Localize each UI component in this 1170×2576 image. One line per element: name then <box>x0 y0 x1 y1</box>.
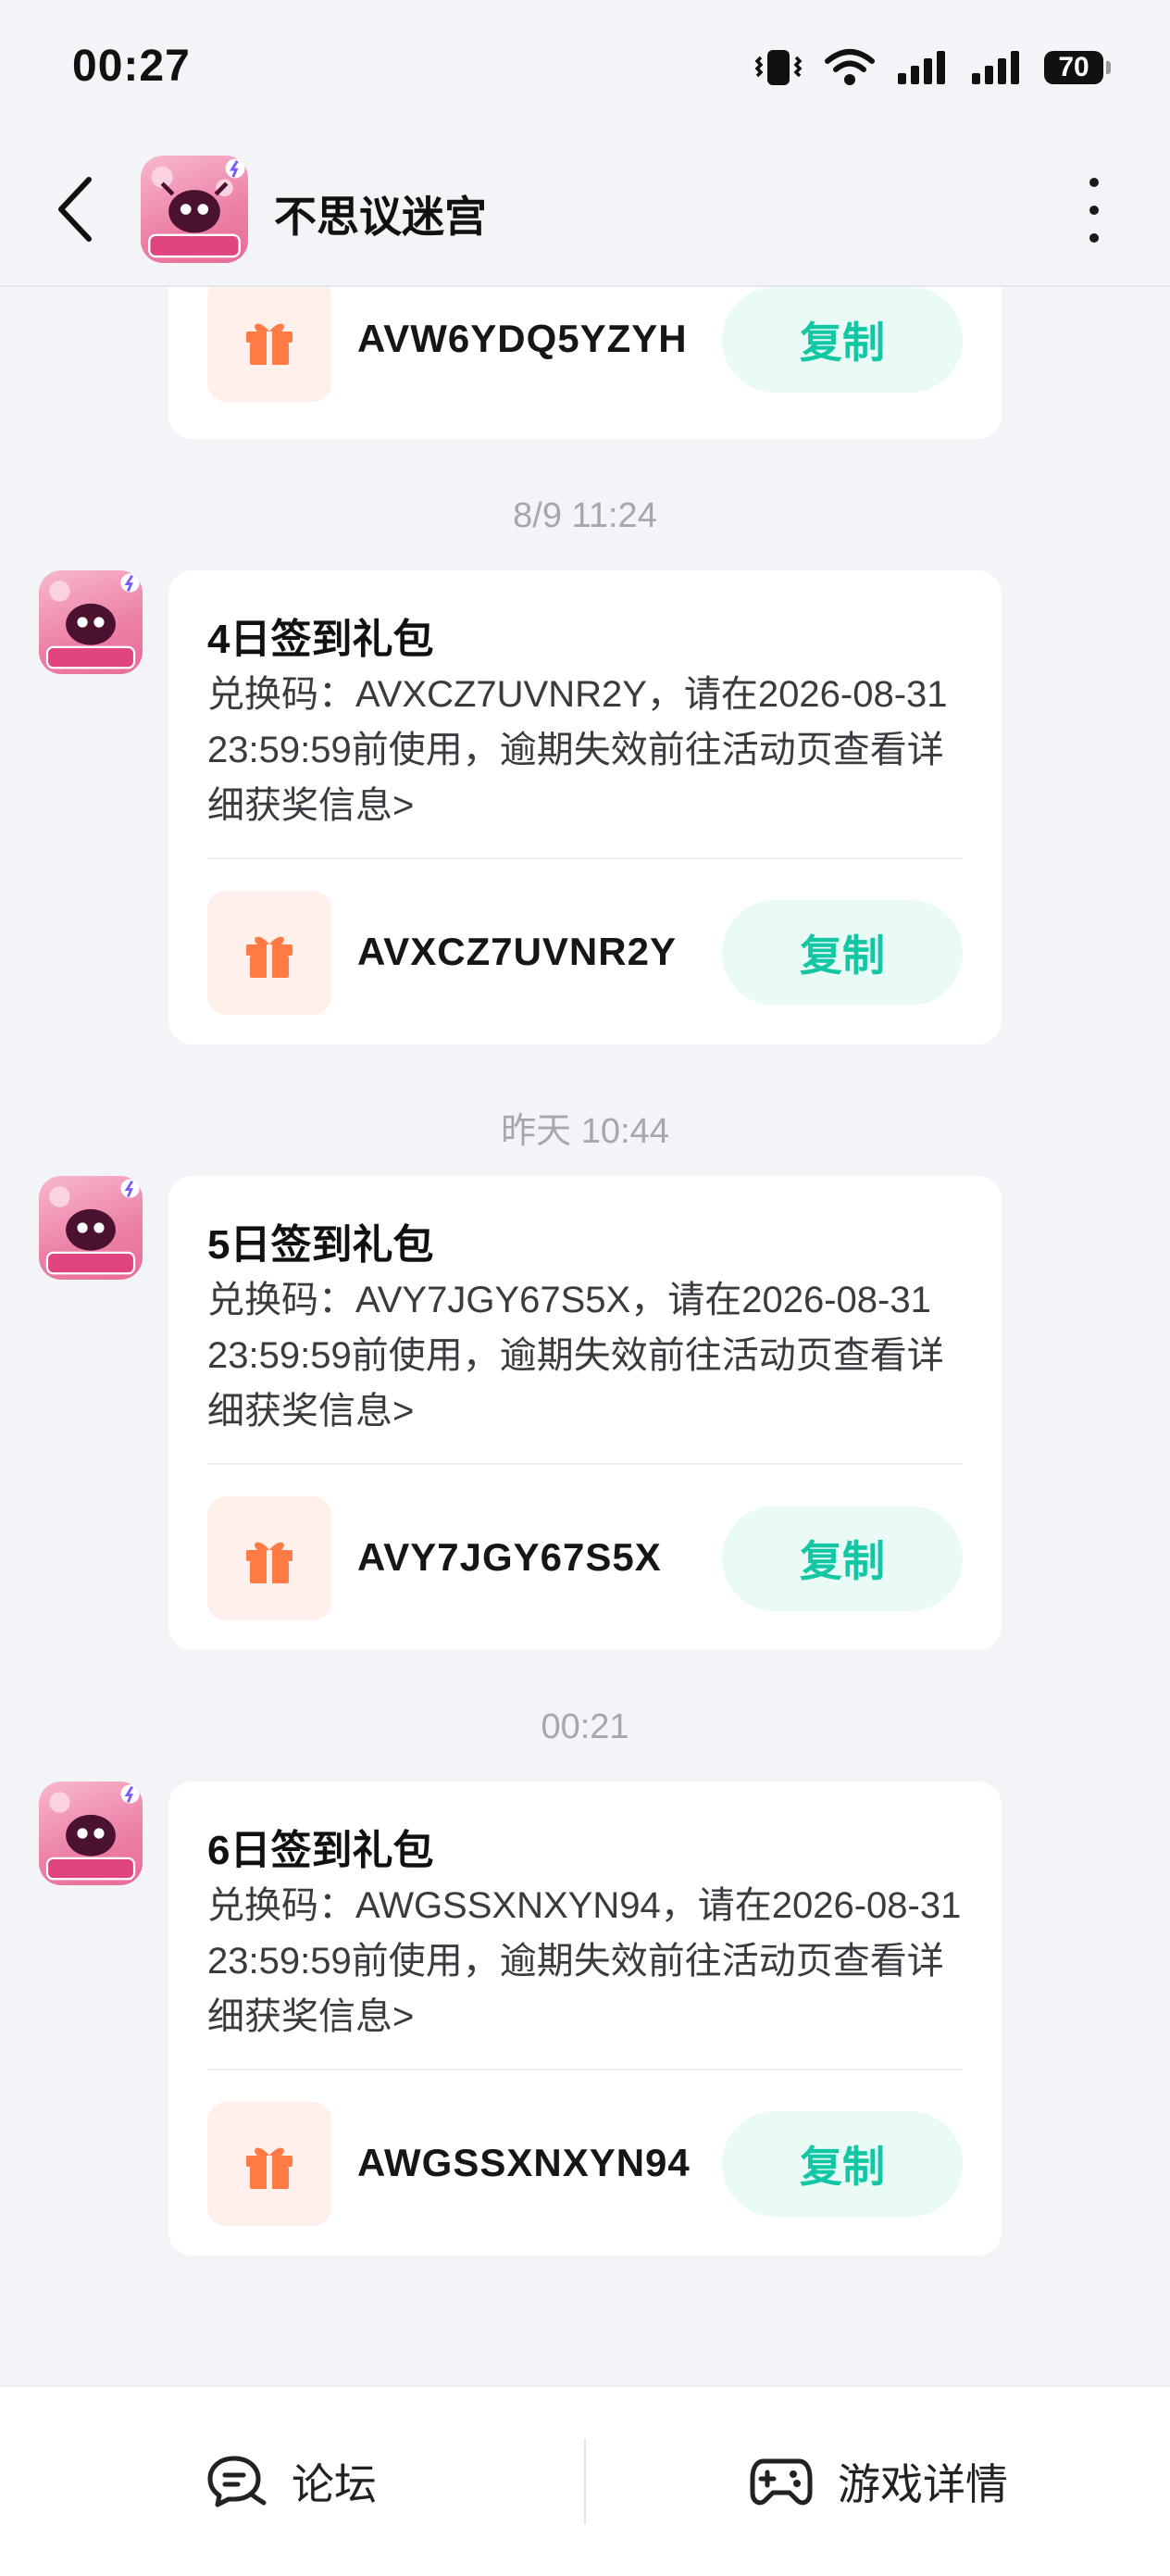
message-description[interactable]: 兑换码：AWGSSXNXYN94，请在2026-08-31 23:59:59前使… <box>207 1878 966 2045</box>
gift-icon <box>207 891 331 1015</box>
code-row: AVY7JGY67S5X 复制 <box>207 1496 963 1620</box>
redeem-code: AVXCZ7UVNR2Y <box>357 930 677 973</box>
more-options-button[interactable] <box>1076 178 1113 243</box>
chat-header: 不思议迷宫 <box>0 139 1170 287</box>
signal-icon-2 <box>972 51 1019 84</box>
message-title: 6日签到礼包 <box>207 1828 434 1873</box>
message-list[interactable]: AVW6YDQ5YZYH 复制 8/9 11:24 4日签到礼包 兑换码：AVX… <box>0 287 1170 2384</box>
divider <box>207 2069 963 2070</box>
message-timestamp: 8/9 11:24 <box>513 496 657 535</box>
bottom-action-bar: 论坛 游戏详情 <box>0 2385 1170 2576</box>
chat-bubble-icon <box>207 2456 267 2507</box>
status-time: 00:27 <box>72 42 191 91</box>
message-timestamp: 昨天 10:44 <box>501 1112 669 1151</box>
wifi-icon <box>825 49 875 85</box>
battery-level: 70 <box>1044 51 1103 84</box>
sender-avatar[interactable] <box>39 1176 143 1280</box>
sender-avatar[interactable] <box>39 570 143 674</box>
code-row: AVXCZ7UVNR2Y 复制 <box>207 891 963 1015</box>
redeem-code: AVW6YDQ5YZYH <box>357 317 688 360</box>
more-vertical-icon <box>1089 178 1099 187</box>
chevron-left-icon <box>58 177 92 242</box>
battery-icon: 70 <box>1044 51 1111 84</box>
code-row: AWGSSXNXYN94 复制 <box>207 2102 963 2226</box>
message-description[interactable]: 兑换码：AVXCZ7UVNR2Y，请在2026-08-31 23:59:59前使… <box>207 667 966 833</box>
gift-icon <box>207 287 331 402</box>
vibrate-icon <box>754 50 803 85</box>
status-bar: 00:27 70 <box>0 0 1170 139</box>
gift-icon <box>207 2102 331 2226</box>
copy-button[interactable]: 复制 <box>722 2111 963 2217</box>
back-button[interactable] <box>52 172 102 246</box>
forum-button[interactable]: 论坛 <box>0 2387 583 2576</box>
monster-logo-icon <box>148 158 245 258</box>
copy-button[interactable]: 复制 <box>722 287 963 393</box>
signal-icon-1 <box>898 51 945 84</box>
copy-button[interactable]: 复制 <box>722 1506 963 1611</box>
gift-icon <box>207 1496 331 1620</box>
game-details-button[interactable]: 游戏详情 <box>587 2387 1170 2576</box>
divider <box>207 857 963 859</box>
sender-avatar[interactable] <box>39 1782 143 1885</box>
system-icons: 70 <box>753 48 1111 87</box>
monster-logo-icon <box>45 1784 140 1881</box>
redeem-code: AVY7JGY67S5X <box>357 1535 662 1579</box>
code-row: AVW6YDQ5YZYH 复制 <box>207 287 963 402</box>
copy-button[interactable]: 复制 <box>722 900 963 1006</box>
game-details-label: 游戏详情 <box>838 2460 1008 2508</box>
message-card: 4日签到礼包 兑换码：AVXCZ7UVNR2Y，请在2026-08-31 23:… <box>168 570 1002 1044</box>
message-title: 4日签到礼包 <box>207 617 434 662</box>
message-card: AVW6YDQ5YZYH 复制 <box>168 287 1002 439</box>
app-avatar[interactable] <box>141 156 248 263</box>
message-title: 5日签到礼包 <box>207 1222 434 1268</box>
message-card: 5日签到礼包 兑换码：AVY7JGY67S5X，请在2026-08-31 23:… <box>168 1176 1002 1650</box>
message-description[interactable]: 兑换码：AVY7JGY67S5X，请在2026-08-31 23:59:59前使… <box>207 1272 966 1439</box>
redeem-code: AWGSSXNXYN94 <box>357 2141 691 2184</box>
monster-logo-icon <box>45 1179 140 1275</box>
divider <box>584 2439 586 2524</box>
gamepad-icon <box>750 2458 813 2506</box>
message-card: 6日签到礼包 兑换码：AWGSSXNXYN94，请在2026-08-31 23:… <box>168 1782 1002 2256</box>
forum-label: 论坛 <box>292 2460 377 2508</box>
monster-logo-icon <box>45 573 140 669</box>
page-title: 不思议迷宫 <box>274 193 487 241</box>
divider <box>207 1463 963 1465</box>
message-timestamp: 00:21 <box>541 1707 629 1746</box>
